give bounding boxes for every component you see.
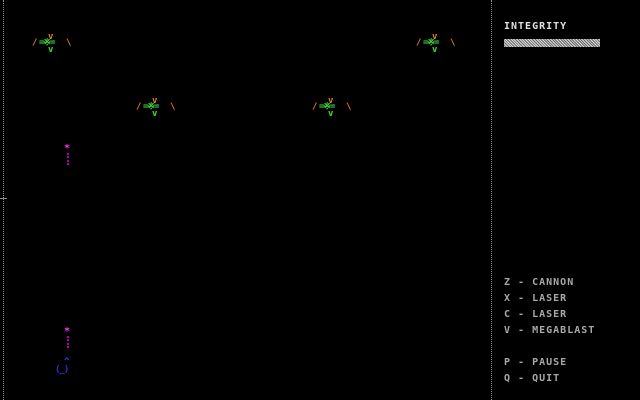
left-border-marker [0,198,7,199]
enemy-ship: v / =※= \ v [32,33,72,57]
enemy-tail: v [432,45,438,55]
controls-spacer [504,341,595,357]
control-quit: Q - QUIT [504,373,561,384]
missile-head-icon: * [64,143,71,154]
control-megablast: V - MEGABLAST [504,325,596,336]
enemy-right-wing: \ [346,102,352,112]
missile-trail [67,336,71,348]
integrity-bar-fill [504,39,600,47]
integrity-label: INTEGRITY [504,21,568,32]
enemy-tail: v [48,45,54,55]
integrity-bar [504,39,600,47]
enemy-left-wing: / [312,102,318,112]
controls-legend: Z - CANNON X - LASER C - LASER V - MEGAB… [504,277,595,389]
player-missile: * [64,144,74,168]
control-action: QUIT [532,373,561,384]
control-action: CANNON [532,277,575,288]
control-key: V [504,325,512,336]
control-key: Z [504,277,512,288]
control-action: PAUSE [532,357,568,368]
enemy-ship: v / =※= \ v [312,97,352,121]
enemy-left-wing: / [416,38,422,48]
enemy-right-wing: \ [450,38,456,48]
control-action: LASER [532,309,568,320]
playfield-left-border [3,0,4,400]
enemy-ship: v / =※= \ v [416,33,456,57]
player-missile: * [64,327,74,351]
control-key: Q [504,373,512,384]
control-action: LASER [532,293,568,304]
missile-head-icon: * [64,326,71,337]
enemy-right-wing: \ [170,102,176,112]
game-screen[interactable]: v / =※= \ v v / =※= \ v v / =※= \ v v / … [0,0,640,400]
enemy-ship: v / =※= \ v [136,97,176,121]
enemy-left-wing: / [136,102,142,112]
control-action: MEGABLAST [532,325,596,336]
playfield-right-border [491,0,492,400]
control-key: P [504,357,512,368]
control-key: C [504,309,512,320]
missile-trail [67,153,71,165]
control-pause: P - PAUSE [504,357,568,368]
enemy-left-wing: / [32,38,38,48]
control-laser: C - LASER [504,309,568,320]
control-laser: X - LASER [504,293,568,304]
control-cannon: Z - CANNON [504,277,575,288]
control-key: X [504,293,512,304]
enemy-right-wing: \ [66,38,72,48]
enemy-tail: v [328,109,334,119]
enemy-tail: v [152,109,158,119]
player-ship: ^ (_) [55,358,81,376]
player-ship-body: (_) [55,365,69,375]
